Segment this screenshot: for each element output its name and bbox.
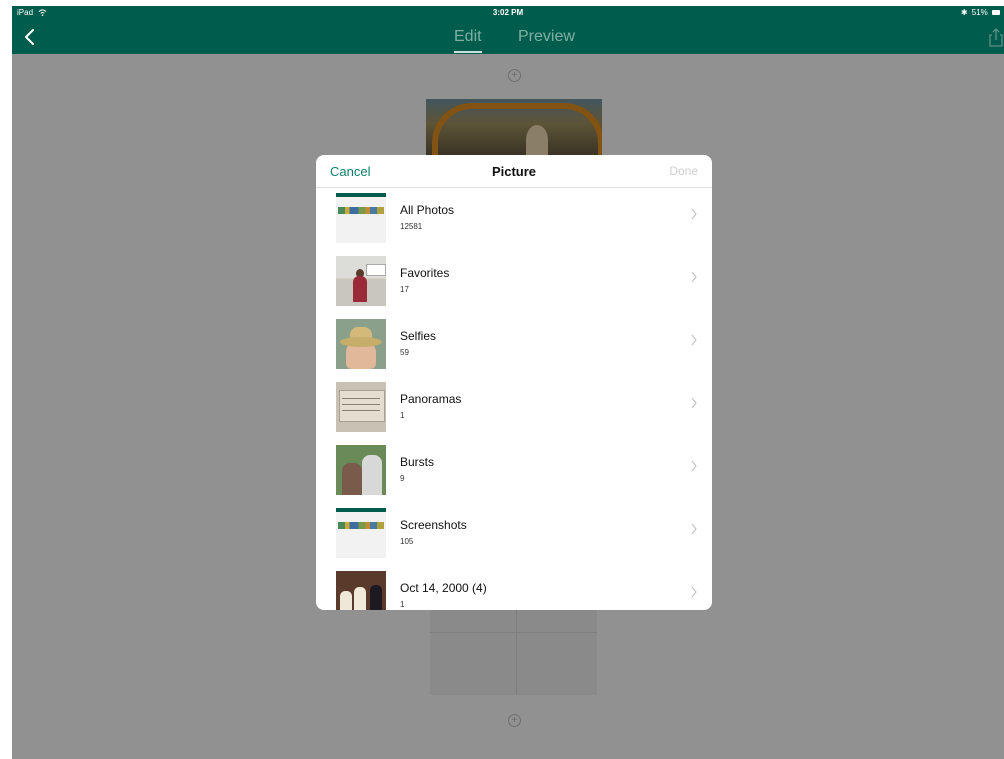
- thumb-person: [370, 585, 382, 610]
- thumb-person: [340, 591, 352, 610]
- chevron-right-icon: [691, 271, 697, 283]
- album-name: Selfies: [400, 329, 437, 343]
- tab-preview[interactable]: Preview: [518, 28, 575, 46]
- chevron-right-icon: [691, 208, 697, 220]
- tab-edit[interactable]: Edit: [454, 28, 482, 46]
- thumb-board-line: [342, 404, 380, 405]
- status-time: 3:02 PM: [492, 8, 524, 17]
- status-right: ✱ 51%: [961, 8, 1000, 17]
- album-row-bursts[interactable]: Bursts 9: [316, 440, 712, 503]
- chevron-right-icon: [691, 334, 697, 346]
- thumb-header-bar: [336, 508, 386, 512]
- album-row-selfies[interactable]: Selfies 59: [316, 314, 712, 377]
- thumb-header-bar: [336, 193, 386, 197]
- album-thumbnail: [336, 508, 386, 558]
- modal-title: Picture: [491, 164, 537, 179]
- chevron-right-icon: [691, 397, 697, 409]
- thumb-person: [353, 276, 367, 302]
- album-count: 59: [400, 348, 409, 357]
- status-bar: iPad 3:02 PM ✱ 51%: [12, 6, 1004, 20]
- thumb-board: [339, 390, 385, 422]
- thumb-board-line: [342, 398, 380, 399]
- done-button[interactable]: Done: [669, 164, 698, 178]
- thumb-hat-brim: [340, 337, 382, 347]
- share-icon[interactable]: [988, 26, 1004, 48]
- chevron-right-icon: [691, 586, 697, 598]
- album-name: Favorites: [400, 266, 450, 280]
- battery-icon: [992, 10, 1000, 15]
- tab-edit-underline: [454, 51, 482, 53]
- thumb-image-strip: [338, 522, 384, 529]
- album-row-favorites[interactable]: Favorites 17: [316, 251, 712, 314]
- album-thumbnail: [336, 571, 386, 610]
- album-count: 1: [400, 411, 405, 420]
- album-name: Bursts: [400, 455, 435, 469]
- bluetooth-icon: ✱: [960, 8, 968, 17]
- battery-percent: 51%: [971, 8, 988, 17]
- album-count: 17: [400, 285, 409, 294]
- album-thumbnail: [336, 382, 386, 432]
- album-row-oct-14-2000[interactable]: Oct 14, 2000 (4) 1: [316, 566, 712, 610]
- thumb-wall-sign: [366, 264, 386, 276]
- album-thumbnail: [336, 445, 386, 495]
- album-name: Panoramas: [400, 392, 462, 406]
- album-count: 105: [400, 537, 414, 546]
- chevron-right-icon: [691, 523, 697, 535]
- thumb-board-line: [342, 410, 380, 411]
- app-screen: iPad 3:02 PM ✱ 51% Edit Preview + + Canc…: [12, 6, 1004, 759]
- thumb-person: [354, 587, 366, 610]
- album-thumbnail: [336, 193, 386, 243]
- album-thumbnail: [336, 319, 386, 369]
- album-thumbnail: [336, 256, 386, 306]
- modal-header: Cancel Picture Done: [316, 155, 712, 188]
- album-name: Oct 14, 2000 (4): [400, 581, 487, 595]
- thumb-person: [342, 463, 362, 495]
- chevron-right-icon: [691, 460, 697, 472]
- picture-picker-modal: Cancel Picture Done All Photos 12581 Fav…: [316, 155, 712, 610]
- album-row-all-photos[interactable]: All Photos 12581: [316, 188, 712, 251]
- thumb-person: [362, 455, 382, 495]
- album-row-panoramas[interactable]: Panoramas 1: [316, 377, 712, 440]
- thumb-image-strip: [338, 207, 384, 214]
- album-name: Screenshots: [400, 518, 467, 532]
- album-count: 12581: [400, 222, 423, 231]
- album-list: All Photos 12581 Favorites 17 Selfies 59…: [316, 188, 712, 610]
- album-name: All Photos: [400, 203, 455, 217]
- album-count: 9: [400, 474, 405, 483]
- back-chevron-icon[interactable]: [20, 26, 40, 48]
- album-count: 1: [400, 600, 405, 609]
- nav-bar: Edit Preview: [12, 20, 1004, 54]
- album-row-screenshots[interactable]: Screenshots 105: [316, 503, 712, 566]
